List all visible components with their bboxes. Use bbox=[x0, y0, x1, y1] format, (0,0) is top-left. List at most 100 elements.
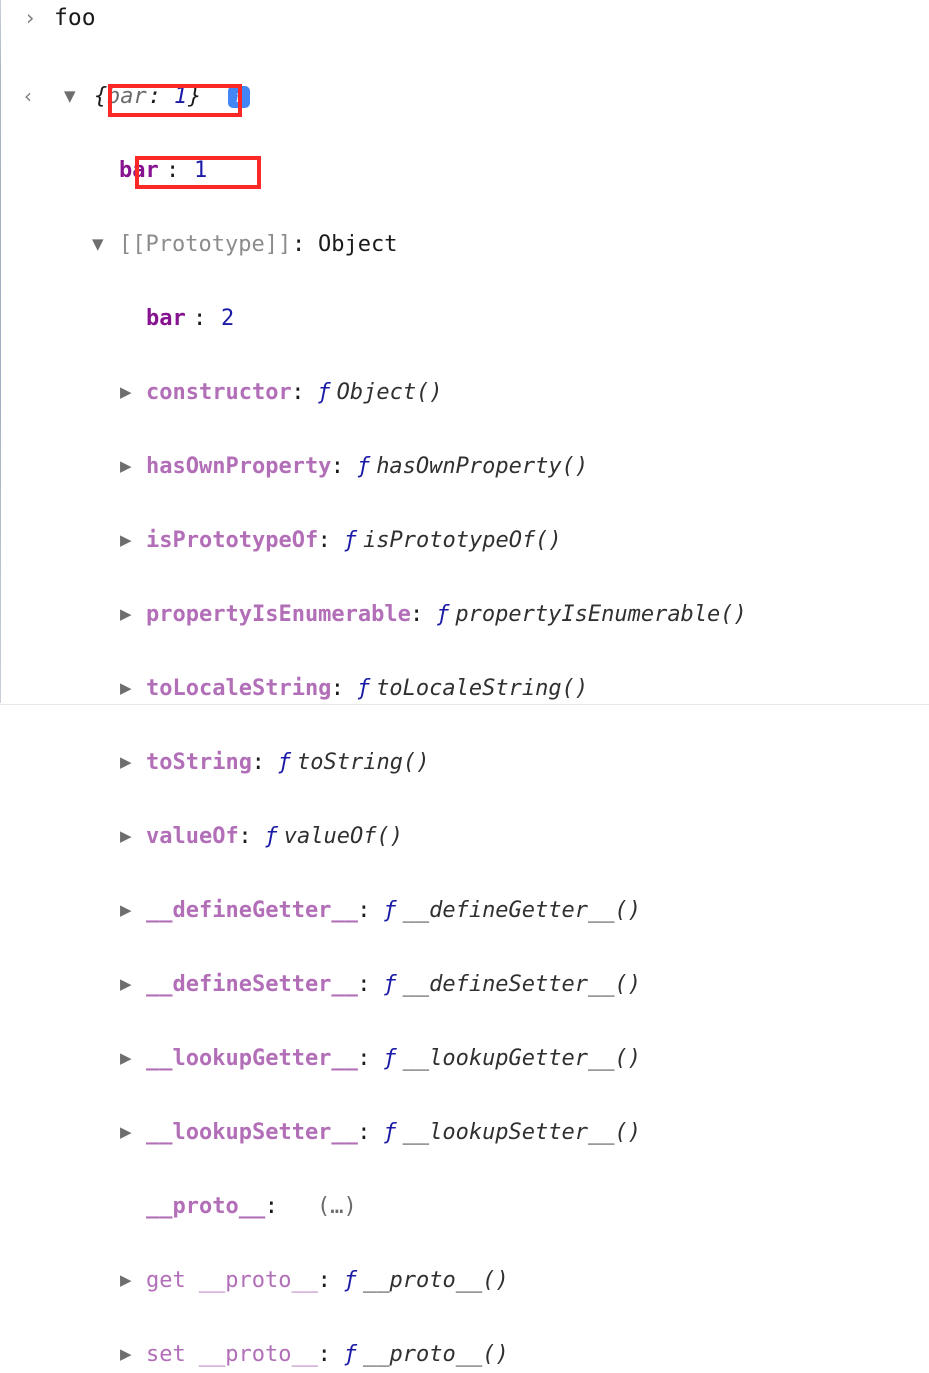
member-colon: : bbox=[317, 1268, 331, 1293]
prototype-header-row[interactable]: ▼ [[Prototype]] : Object bbox=[0, 226, 929, 263]
prototype-member-row[interactable]: ▶ __lookupGetter__: ƒ __lookupGetter__() bbox=[0, 1040, 929, 1077]
function-marker-icon: ƒ bbox=[343, 1342, 358, 1367]
result-preview-colon: : bbox=[148, 84, 162, 109]
function-marker-icon: ƒ bbox=[383, 972, 397, 997]
member-expand-triangle-icon[interactable]: ▶ bbox=[120, 892, 132, 929]
member-key: isPrototypeOf bbox=[146, 528, 319, 553]
member-value: __lookupGetter__() bbox=[402, 1046, 642, 1071]
function-marker-icon: ƒ bbox=[383, 1120, 397, 1145]
member-colon: : bbox=[317, 1342, 331, 1367]
function-marker-icon: ƒ bbox=[357, 454, 371, 479]
member-key: toString bbox=[146, 750, 252, 775]
member-key: constructor bbox=[146, 380, 292, 405]
member-colon: : bbox=[357, 972, 371, 997]
member-key: valueOf bbox=[146, 824, 239, 849]
member-value: valueOf() bbox=[283, 824, 404, 849]
console-input-expression: foo bbox=[54, 5, 96, 31]
prototype-member-row[interactable]: ▶ get __proto__: ƒ __proto__() bbox=[0, 1262, 929, 1299]
prototype-expand-triangle-icon[interactable]: ▼ bbox=[92, 226, 104, 263]
member-expand-triangle-icon[interactable]: ▶ bbox=[120, 448, 132, 485]
prototype-member-row[interactable]: ▶ __defineGetter__: ƒ __defineGetter__() bbox=[0, 892, 929, 929]
member-colon: : bbox=[251, 750, 265, 775]
member-colon: : bbox=[330, 454, 345, 479]
member-value: toLocaleString() bbox=[376, 676, 589, 701]
prototype-own-property-colon: : bbox=[193, 306, 207, 331]
member-key: toLocaleString bbox=[146, 676, 332, 701]
member-key: __proto__ bbox=[198, 1268, 319, 1293]
prototype-label: [[Prototype]] bbox=[119, 232, 292, 257]
member-expand-triangle-icon[interactable]: ▶ bbox=[120, 1262, 132, 1299]
result-chevron-icon: ‹ bbox=[24, 84, 32, 108]
function-marker-icon: ƒ bbox=[383, 1046, 397, 1071]
member-value: __proto__() bbox=[363, 1342, 509, 1367]
member-key: __defineSetter__ bbox=[146, 972, 358, 997]
console-input-row[interactable]: › foo bbox=[0, 0, 929, 37]
member-expand-triangle-icon[interactable]: ▶ bbox=[120, 670, 132, 707]
member-value: toString() bbox=[297, 750, 430, 775]
result-expand-triangle-icon[interactable]: ▼ bbox=[64, 78, 76, 115]
function-marker-icon: ƒ bbox=[264, 824, 278, 849]
member-colon: : bbox=[410, 602, 424, 627]
own-property-value: 1 bbox=[194, 158, 208, 183]
member-expand-triangle-icon[interactable]: ▶ bbox=[120, 744, 132, 781]
result-preview-key: bar bbox=[107, 84, 147, 109]
prototype-member-row[interactable]: ▶ __defineSetter__: ƒ __defineSetter__() bbox=[0, 966, 929, 1003]
member-value: __defineSetter__() bbox=[402, 972, 642, 997]
prototype-member-row[interactable]: ▶ __lookupSetter__: ƒ __lookupSetter__() bbox=[0, 1114, 929, 1151]
member-colon: : bbox=[317, 528, 331, 553]
prototype-member-row[interactable]: __proto__: (…) bbox=[0, 1188, 929, 1225]
member-expand-triangle-icon[interactable]: ▶ bbox=[120, 1114, 132, 1151]
member-value: __proto__() bbox=[363, 1268, 509, 1293]
member-accessor-kind: get bbox=[146, 1268, 186, 1293]
member-expand-triangle-icon[interactable]: ▶ bbox=[120, 1040, 132, 1077]
prototype-member-row[interactable]: ▶ set __proto__: ƒ __proto__() bbox=[0, 1336, 929, 1373]
member-expand-triangle-icon[interactable]: ▶ bbox=[120, 1336, 132, 1373]
member-colon: : bbox=[330, 676, 345, 701]
function-marker-icon: ƒ bbox=[343, 1268, 358, 1293]
console-result-row[interactable]: ‹ ▼ { bar : 1 } i bbox=[0, 78, 929, 115]
member-key: hasOwnProperty bbox=[146, 454, 332, 479]
member-expand-triangle-icon[interactable]: ▶ bbox=[120, 522, 132, 559]
prototype-colon: : bbox=[292, 232, 306, 257]
own-property-row[interactable]: bar : 1 bbox=[0, 152, 929, 189]
prototype-member-row[interactable]: ▶ toLocaleString: ƒ toLocaleString() bbox=[0, 670, 929, 707]
member-colon: : bbox=[357, 1120, 371, 1145]
own-property-colon: : bbox=[166, 158, 180, 183]
member-key: __proto__ bbox=[146, 1194, 266, 1219]
info-badge-icon[interactable]: i bbox=[228, 86, 250, 108]
member-value: isPrototypeOf() bbox=[363, 528, 562, 553]
member-value: hasOwnProperty() bbox=[376, 454, 589, 479]
function-marker-icon: ƒ bbox=[436, 602, 450, 627]
member-key: __proto__ bbox=[198, 1342, 319, 1367]
prototype-member-row[interactable]: ▶ hasOwnProperty: ƒ hasOwnProperty() bbox=[0, 448, 929, 485]
member-key: propertyIsEnumerable bbox=[146, 602, 411, 627]
member-value: (…) bbox=[317, 1194, 357, 1219]
devtools-console-output: › foo ‹ ▼ { bar : 1 } i bar : 1 ▼ [[Prot… bbox=[0, 0, 929, 1367]
member-key: __defineGetter__ bbox=[146, 898, 358, 923]
member-expand-triangle-icon[interactable]: ▶ bbox=[120, 596, 132, 633]
member-value: __defineGetter__() bbox=[402, 898, 642, 923]
own-property-key: bar bbox=[119, 158, 159, 183]
member-colon: : bbox=[238, 824, 252, 849]
member-expand-triangle-icon[interactable]: ▶ bbox=[120, 966, 132, 1003]
prototype-member-row[interactable]: ▶ valueOf: ƒ valueOf() bbox=[0, 818, 929, 855]
prototype-member-row[interactable]: ▶ isPrototypeOf: ƒ isPrototypeOf() bbox=[0, 522, 929, 559]
prototype-member-row[interactable]: ▶ toString: ƒ toString() bbox=[0, 744, 929, 781]
function-marker-icon: ƒ bbox=[383, 898, 397, 923]
member-expand-triangle-icon[interactable]: ▶ bbox=[120, 818, 132, 855]
function-marker-icon: ƒ bbox=[277, 750, 292, 775]
member-key: __lookupGetter__ bbox=[146, 1046, 358, 1071]
result-preview-value: 1 bbox=[174, 84, 188, 109]
prototype-member-row[interactable]: ▶ constructor: ƒ Object() bbox=[0, 374, 929, 411]
function-marker-icon: ƒ bbox=[357, 676, 371, 701]
member-value: propertyIsEnumerable() bbox=[455, 602, 747, 627]
prototype-member-row[interactable]: ▶ propertyIsEnumerable: ƒ propertyIsEnumera… bbox=[0, 596, 929, 633]
prompt-chevron-icon: › bbox=[26, 6, 35, 30]
result-brace-close: } bbox=[188, 84, 202, 109]
member-key: __lookupSetter__ bbox=[146, 1120, 358, 1145]
member-expand-triangle-icon[interactable]: ▶ bbox=[120, 374, 132, 411]
prototype-own-property-row[interactable]: bar : 2 bbox=[0, 300, 929, 337]
member-value: __lookupSetter__() bbox=[402, 1120, 642, 1145]
member-accessor-kind: set bbox=[146, 1342, 186, 1367]
prototype-own-property-key: bar bbox=[146, 306, 186, 331]
